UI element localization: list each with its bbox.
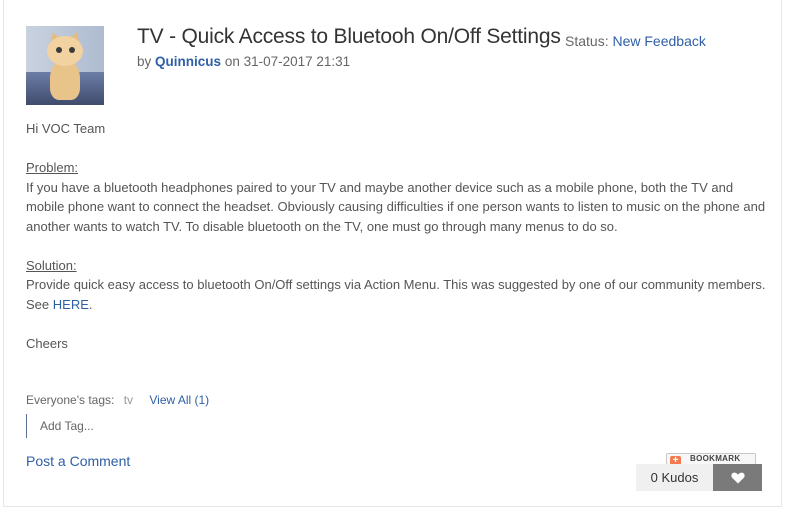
status-value[interactable]: New Feedback <box>612 33 705 49</box>
closing: Cheers <box>26 335 68 351</box>
solution-paragraph: Provide quick easy access to bluetooth O… <box>26 275 766 314</box>
status: Status: New Feedback <box>565 33 706 49</box>
status-label: Status: <box>565 33 609 49</box>
solution-end: . <box>88 296 93 312</box>
solution-heading: Solution: <box>26 257 77 273</box>
post-date: on 31-07-2017 21:31 <box>224 54 351 69</box>
idea-title[interactable]: TV - Quick Access to Bluetooh On/Off Set… <box>137 25 561 49</box>
byline: by Quinnicus on 31-07-2017 21:31 <box>137 54 350 69</box>
tag-tv[interactable]: tv <box>124 393 133 407</box>
kudo-button[interactable] <box>713 464 762 491</box>
kudos-count: 0 Kudos <box>636 464 713 491</box>
heart-icon <box>730 472 745 483</box>
problem-heading: Problem: <box>26 160 79 175</box>
by-label: by <box>137 54 152 69</box>
tags-row: Everyone's tags: tv View All (1) <box>26 393 209 407</box>
post-comment-link[interactable]: Post a Comment <box>26 453 130 469</box>
bookmark-label: BOOKMARK <box>690 454 741 463</box>
add-tag-input[interactable]: Add Tag... <box>26 414 94 438</box>
here-link[interactable]: HERE <box>53 297 89 312</box>
view-all-tags-link[interactable]: View All (1) <box>149 393 209 407</box>
solution-text: Provide quick easy access to bluetooth O… <box>26 277 766 312</box>
author-link[interactable]: Quinnicus <box>155 54 221 69</box>
tags-label: Everyone's tags: <box>26 393 115 407</box>
idea-body: Hi VOC Team Problem: If you have a bluet… <box>26 119 766 353</box>
greeting: Hi VOC Team <box>26 121 106 136</box>
problem-text: If you have a bluetooth headphones paire… <box>26 179 766 234</box>
avatar[interactable] <box>26 26 104 105</box>
